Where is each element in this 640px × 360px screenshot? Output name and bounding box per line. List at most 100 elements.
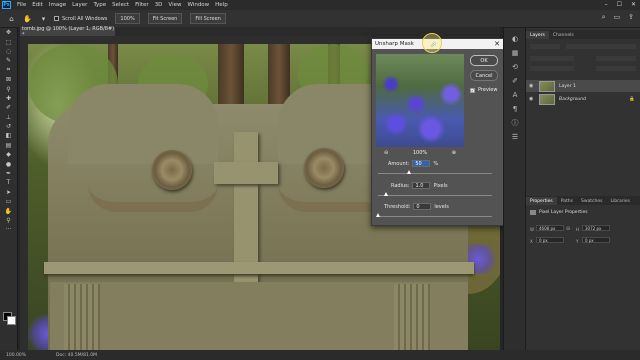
lasso-tool-icon[interactable]: ◌ <box>0 47 17 56</box>
fit-screen-button[interactable]: Fit Screen <box>147 13 183 24</box>
menu-image[interactable]: Image <box>49 2 66 8</box>
radius-input[interactable]: 1.0 <box>412 182 431 189</box>
tab-channels[interactable]: Channels <box>549 31 578 39</box>
blur-tool-icon[interactable]: ◆ <box>0 150 17 159</box>
adjustments-panel-icon[interactable]: ▦ <box>504 46 526 60</box>
amount-slider-thumb[interactable] <box>407 170 411 174</box>
photoshop-logo-icon[interactable]: Ps <box>2 1 11 9</box>
color-panel-icon[interactable]: ◐ <box>504 32 526 46</box>
clone-stamp-tool-icon[interactable]: ⊥ <box>0 113 17 122</box>
tab-swatches[interactable]: Swatches <box>577 197 607 205</box>
tab-paths[interactable]: Paths <box>557 197 577 205</box>
hand-tool-icon[interactable]: ✋ <box>23 14 32 23</box>
pixel-layer-icon <box>530 210 536 215</box>
menu-window[interactable]: Window <box>187 2 209 8</box>
visibility-eye-icon[interactable]: ◉ <box>529 96 535 102</box>
close-icon[interactable]: ✕ <box>494 40 500 48</box>
rectangle-tool-icon[interactable]: ▭ <box>0 197 17 206</box>
close-window-icon[interactable]: ✕ <box>631 1 636 8</box>
scroll-all-checkbox[interactable] <box>54 16 59 21</box>
hand-tool-icon[interactable]: ✋ <box>0 206 17 215</box>
menu-type[interactable]: Type <box>93 2 106 8</box>
radius-slider[interactable] <box>378 192 492 196</box>
threshold-slider[interactable] <box>376 213 492 217</box>
frame-tool-icon[interactable]: ⊠ <box>0 75 17 84</box>
document-tab[interactable]: tomb.jpg @ 100% (Layer 1, RGB/8#) * <box>20 26 115 38</box>
libraries-panel-icon[interactable]: ☰ <box>504 130 526 144</box>
amount-slider[interactable] <box>378 170 492 174</box>
document-size[interactable]: Doc: 40.5M/81.0M <box>56 353 97 358</box>
search-icon[interactable]: ⌕ <box>602 13 606 22</box>
home-icon[interactable]: ⌂ <box>7 14 16 23</box>
chevron-down-icon[interactable]: ▾ <box>39 14 48 23</box>
history-brush-tool-icon[interactable]: ↺ <box>0 122 17 131</box>
link-icon[interactable]: ⊝ <box>566 226 570 232</box>
type-tool-icon[interactable]: T <box>0 178 17 187</box>
brush-tool-icon[interactable]: ✐ <box>0 103 17 112</box>
fill-screen-button[interactable]: Fill Screen <box>190 13 226 24</box>
fill-field[interactable] <box>596 66 636 71</box>
amount-label: Amount: <box>388 160 410 167</box>
color-swatches[interactable] <box>3 312 16 325</box>
zoom-level[interactable]: 100.00% <box>6 353 26 358</box>
zoom-tool-icon[interactable]: ⚲ <box>0 216 17 225</box>
healing-brush-tool-icon[interactable]: ✚ <box>0 94 17 103</box>
path-select-tool-icon[interactable]: ➤ <box>0 188 17 197</box>
threshold-input[interactable]: 0 <box>413 203 432 210</box>
threshold-slider-thumb[interactable] <box>376 213 380 217</box>
maximize-icon[interactable]: ☐ <box>617 1 622 8</box>
menu-select[interactable]: Select <box>112 2 129 8</box>
radius-slider-thumb[interactable] <box>384 192 388 196</box>
move-tool-icon[interactable]: ✥ <box>0 28 17 37</box>
lock-icons[interactable] <box>530 66 574 71</box>
width-field[interactable]: 4608 px <box>536 225 564 231</box>
menu-view[interactable]: View <box>168 2 181 8</box>
minimize-icon[interactable]: – <box>605 1 608 8</box>
character-panel-icon[interactable]: A <box>504 88 526 102</box>
more-tools-icon[interactable]: ··· <box>0 225 17 234</box>
tab-libraries[interactable]: Libraries <box>606 197 633 205</box>
eraser-tool-icon[interactable]: ◧ <box>0 131 17 140</box>
menu-3d[interactable]: 3D <box>155 2 163 8</box>
y-field[interactable]: 0 px <box>582 237 610 243</box>
brush-settings-icon[interactable]: ✐ <box>504 74 526 88</box>
menu-file[interactable]: File <box>17 2 26 8</box>
eyedropper-tool-icon[interactable]: ⚲ <box>0 84 17 93</box>
layer-row-background[interactable]: ◉ Background 🔒 <box>526 93 640 105</box>
height-field[interactable]: 3072 px <box>582 225 610 231</box>
zoom-in-icon[interactable]: ⊕ <box>452 150 456 156</box>
share-icon[interactable]: ⇪ <box>628 13 634 22</box>
filter-preview-image[interactable] <box>376 54 464 147</box>
amount-input[interactable]: 50 <box>412 160 431 167</box>
ok-button[interactable]: OK <box>470 55 498 66</box>
history-panel-icon[interactable]: ⟲ <box>504 60 526 74</box>
marquee-tool-icon[interactable]: ⬚ <box>0 37 17 46</box>
menu-filter[interactable]: Filter <box>135 2 149 8</box>
opacity-field[interactable] <box>596 56 636 61</box>
layer-row-layer1[interactable]: ◉ Layer 1 <box>526 80 640 92</box>
dodge-tool-icon[interactable]: ● <box>0 159 17 168</box>
zoom-out-icon[interactable]: ⊖ <box>384 150 388 156</box>
visibility-eye-icon[interactable]: ◉ <box>529 83 535 89</box>
blend-mode-select[interactable] <box>530 56 574 61</box>
zoom-100-button[interactable]: 100% <box>115 13 140 24</box>
x-field[interactable]: 0 px <box>536 237 564 243</box>
workspace-icon[interactable]: ▭ <box>614 13 621 22</box>
background-color-swatch[interactable] <box>7 316 16 325</box>
crop-tool-icon[interactable]: ⌗ <box>0 66 17 75</box>
paragraph-panel-icon[interactable]: ¶ <box>504 102 526 116</box>
menu-help[interactable]: Help <box>215 2 228 8</box>
info-panel-icon[interactable]: ⓘ <box>504 116 526 130</box>
menu-layer[interactable]: Layer <box>72 2 87 8</box>
cancel-button[interactable]: Cancel <box>470 70 498 81</box>
layer-kind-filter[interactable] <box>530 44 560 49</box>
quick-select-tool-icon[interactable]: ✎ <box>0 56 17 65</box>
menu-edit[interactable]: Edit <box>32 2 43 8</box>
tab-properties[interactable]: Properties <box>526 197 557 205</box>
preview-checkbox[interactable]: ✓ <box>470 87 475 93</box>
layer-filter-icons[interactable] <box>566 44 636 49</box>
preview-option[interactable]: ✓ Preview <box>470 87 497 93</box>
pen-tool-icon[interactable]: ✒ <box>0 169 17 178</box>
tab-layers[interactable]: Layers <box>526 31 549 39</box>
gradient-tool-icon[interactable]: ▤ <box>0 141 17 150</box>
